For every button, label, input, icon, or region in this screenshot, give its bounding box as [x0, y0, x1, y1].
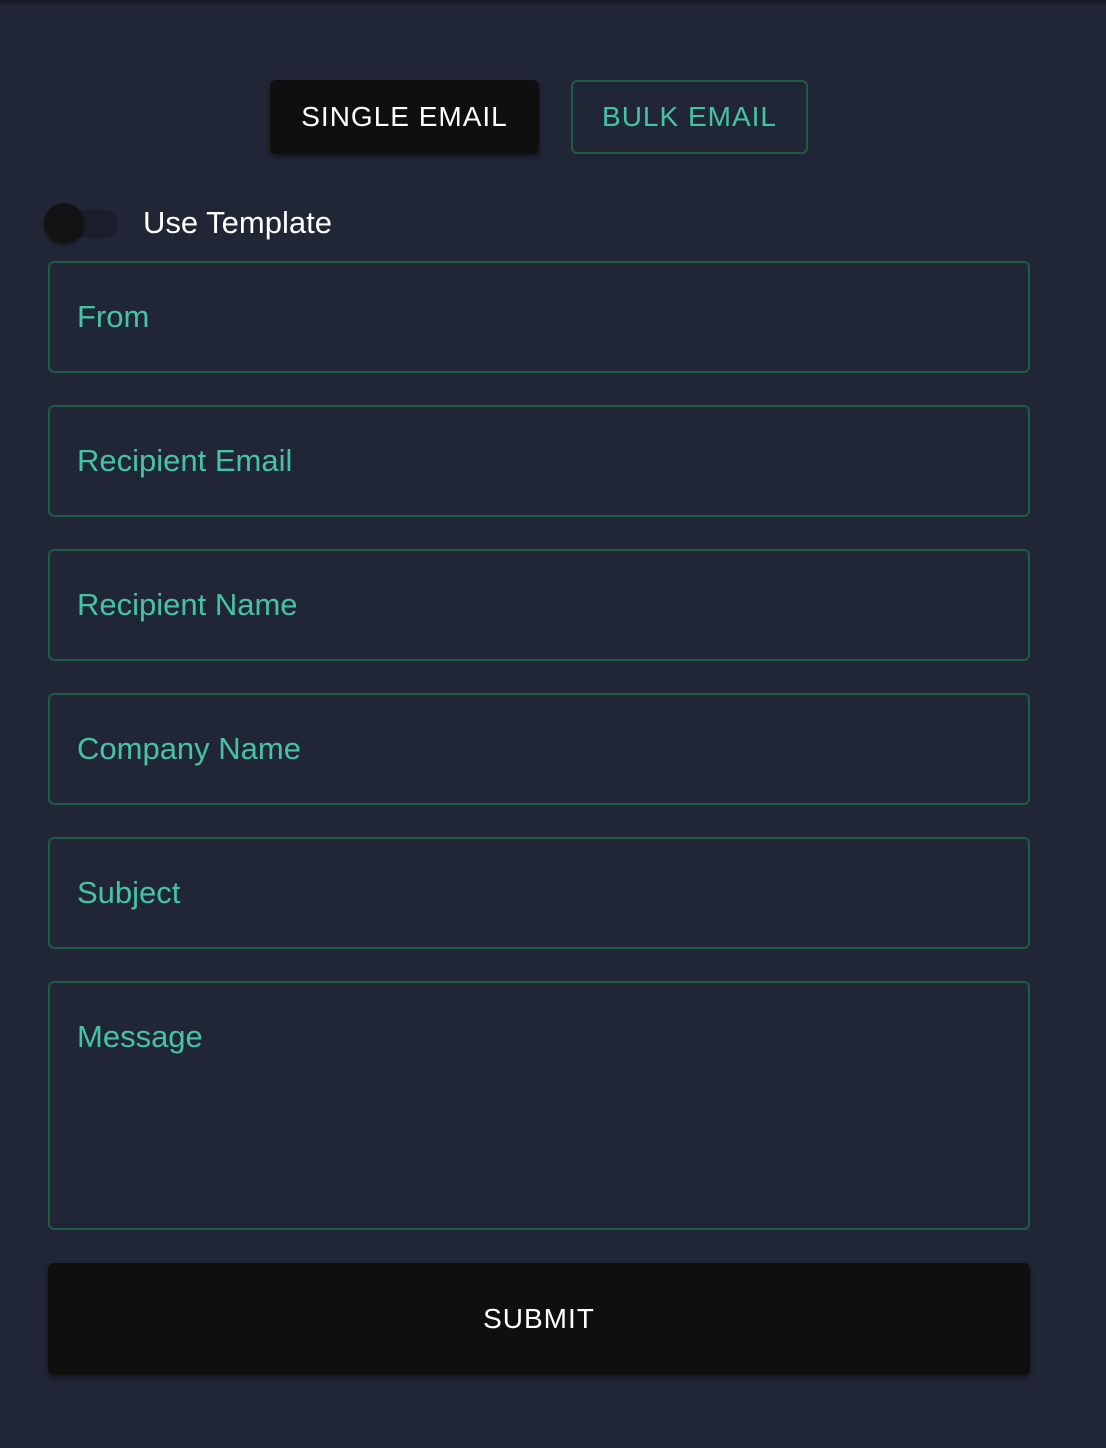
top-edge-shadow	[0, 0, 1106, 6]
bulk-email-button[interactable]: BULK EMAIL	[571, 80, 808, 154]
company-name-input[interactable]	[50, 695, 1028, 803]
email-mode-tabs: SINGLE EMAIL BULK EMAIL	[270, 80, 808, 154]
use-template-switch[interactable]	[44, 202, 120, 244]
subject-field	[48, 837, 1030, 949]
use-template-row: Use Template	[44, 202, 332, 244]
message-textarea[interactable]	[50, 983, 1028, 1228]
company-name-field	[48, 693, 1030, 805]
single-email-button[interactable]: SINGLE EMAIL	[270, 80, 539, 154]
from-input[interactable]	[50, 263, 1028, 371]
use-template-label: Use Template	[143, 205, 332, 240]
subject-input[interactable]	[50, 839, 1028, 947]
recipient-name-field	[48, 549, 1030, 661]
submit-button[interactable]: SUBMIT	[48, 1263, 1030, 1375]
recipient-email-input[interactable]	[50, 407, 1028, 515]
switch-thumb	[44, 203, 84, 243]
recipient-email-field	[48, 405, 1030, 517]
from-field	[48, 261, 1030, 373]
message-field	[48, 981, 1030, 1230]
recipient-name-input[interactable]	[50, 551, 1028, 659]
